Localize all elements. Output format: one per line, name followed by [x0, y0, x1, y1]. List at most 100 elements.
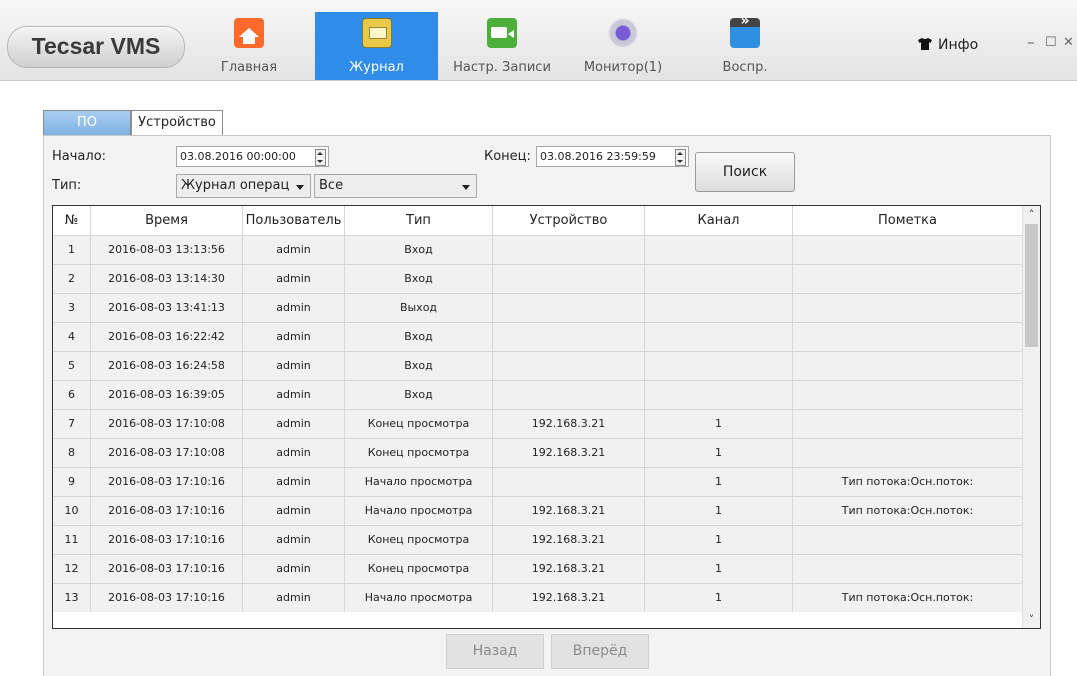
table-cell-time: 2016-08-03 13:14:30	[91, 265, 243, 293]
table-cell-time: 2016-08-03 17:10:16	[91, 526, 243, 554]
column-header-user[interactable]: Пользователь	[243, 206, 345, 235]
table-cell-type: Вход	[345, 352, 493, 380]
end-datetime-value: 03.08.2016 23:59:59	[540, 150, 656, 163]
table-cell-note	[793, 439, 1023, 467]
table-row[interactable]: 7 2016-08-03 17:10:08 admin Конец просмотра…	[53, 409, 1023, 438]
table-cell-number: 7	[53, 410, 91, 438]
table-cell-number: 12	[53, 555, 91, 583]
minimize-button[interactable]: –	[1027, 33, 1035, 51]
table-cell-time: 2016-08-03 16:39:05	[91, 381, 243, 409]
table-cell-device: 192.168.3.21	[493, 555, 645, 583]
scroll-down-icon[interactable]: ˅	[1023, 611, 1040, 628]
info-button[interactable]: Инфо	[918, 37, 978, 53]
nav-home[interactable]: Главная	[208, 12, 290, 80]
table-cell-user: admin	[243, 439, 345, 467]
table-cell-type: Вход	[345, 381, 493, 409]
maximize-button[interactable]: ☐	[1045, 35, 1057, 50]
table-cell-time: 2016-08-03 17:10:16	[91, 555, 243, 583]
table-row[interactable]: 9 2016-08-03 17:10:16 admin Начало просмотр…	[53, 467, 1023, 496]
info-label: Инфо	[938, 37, 979, 53]
log-type-select[interactable]: Журнал операц	[176, 174, 311, 198]
app-logo-text: Tecsar VMS	[31, 33, 161, 59]
search-button[interactable]: Поиск	[695, 152, 795, 192]
table-cell-channel	[645, 352, 793, 380]
table-row[interactable]: 4 2016-08-03 16:22:42 admin Вход	[53, 322, 1023, 351]
table-row[interactable]: 10 2016-08-03 17:10:16 admin Начало просмот…	[53, 496, 1023, 525]
nav-playback[interactable]: Воспр.	[700, 12, 790, 80]
column-header-device[interactable]: Устройство	[493, 206, 645, 235]
chevron-down-icon	[462, 185, 470, 190]
table-cell-number: 4	[53, 323, 91, 351]
nav-record-settings[interactable]: Настр. Записи	[446, 12, 558, 80]
table-row[interactable]: 2 2016-08-03 13:14:30 admin Вход	[53, 264, 1023, 293]
table-cell-channel	[645, 294, 793, 322]
nav-journal[interactable]: Журнал	[315, 12, 438, 80]
scroll-thumb[interactable]	[1025, 224, 1038, 347]
table-cell-time: 2016-08-03 16:22:42	[91, 323, 243, 351]
table-cell-number: 9	[53, 468, 91, 496]
nav-record-settings-label: Настр. Записи	[453, 60, 551, 75]
column-header-number[interactable]: №	[53, 206, 91, 235]
table-cell-channel	[645, 236, 793, 264]
start-spinner-icon[interactable]	[315, 149, 326, 166]
table-cell-time: 2016-08-03 17:10:16	[91, 468, 243, 496]
nav-monitor[interactable]: Монитор(1)	[572, 12, 674, 80]
end-datetime-input[interactable]: 03.08.2016 23:59:59	[536, 146, 689, 167]
log-subtype-select[interactable]: Все	[314, 174, 477, 198]
table-cell-channel: 1	[645, 526, 793, 554]
column-header-time[interactable]: Время	[91, 206, 243, 235]
close-button[interactable]: ✕	[1063, 35, 1074, 50]
table-cell-time: 2016-08-03 16:24:58	[91, 352, 243, 380]
end-spinner-icon[interactable]	[675, 149, 686, 166]
table-cell-number: 2	[53, 265, 91, 293]
start-datetime-input[interactable]: 03.08.2016 00:00:00	[176, 146, 329, 167]
table-cell-note: Тип потока:Осн.поток:	[793, 468, 1023, 496]
table-cell-note	[793, 410, 1023, 438]
log-type-value: Журнал операц	[181, 178, 290, 193]
table-row[interactable]: 1 2016-08-03 13:13:56 admin Вход	[53, 235, 1023, 264]
table-cell-type: Вход	[345, 323, 493, 351]
vertical-scrollbar[interactable]: ˄ ˅	[1022, 206, 1040, 628]
type-label: Тип:	[52, 178, 82, 193]
table-cell-note	[793, 265, 1023, 293]
table-row[interactable]: 13 2016-08-03 17:10:16 admin Начало просмот…	[53, 583, 1023, 612]
table-cell-user: admin	[243, 468, 345, 496]
table-cell-note	[793, 323, 1023, 351]
table-row[interactable]: 12 2016-08-03 17:10:16 admin Конец просмотр…	[53, 554, 1023, 583]
table-row[interactable]: 3 2016-08-03 13:41:13 admin Выход	[53, 293, 1023, 322]
table-cell-time: 2016-08-03 13:41:13	[91, 294, 243, 322]
tab-device[interactable]: Устройство	[131, 110, 223, 135]
table-row[interactable]: 6 2016-08-03 16:39:05 admin Вход	[53, 380, 1023, 409]
table-cell-note	[793, 236, 1023, 264]
table-cell-note: Тип потока:Осн.поток:	[793, 497, 1023, 525]
table-cell-type: Вход	[345, 265, 493, 293]
home-icon	[234, 18, 264, 48]
table-cell-device	[493, 468, 645, 496]
table-row[interactable]: 11 2016-08-03 17:10:16 admin Конец просмотр…	[53, 525, 1023, 554]
table-cell-type: Конец просмотра	[345, 410, 493, 438]
record-settings-icon	[487, 18, 517, 48]
table-cell-type: Начало просмотра	[345, 468, 493, 496]
table-row[interactable]: 8 2016-08-03 17:10:08 admin Конец просмотра…	[53, 438, 1023, 467]
scroll-up-icon[interactable]: ˄	[1023, 206, 1040, 223]
table-cell-device	[493, 236, 645, 264]
table-cell-user: admin	[243, 352, 345, 380]
next-page-button[interactable]: Вперёд	[551, 634, 649, 669]
table-cell-device	[493, 265, 645, 293]
table-row[interactable]: 5 2016-08-03 16:24:58 admin Вход	[53, 351, 1023, 380]
table-cell-type: Выход	[345, 294, 493, 322]
table-cell-note	[793, 381, 1023, 409]
end-label: Конец:	[484, 149, 531, 164]
table-cell-device	[493, 352, 645, 380]
table-cell-user: admin	[243, 555, 345, 583]
shirt-icon	[918, 38, 932, 50]
table-cell-note: Тип потока:Осн.поток:	[793, 584, 1023, 612]
nav-playback-label: Воспр.	[722, 60, 768, 75]
column-header-note[interactable]: Пометка	[793, 206, 1023, 235]
column-header-channel[interactable]: Канал	[645, 206, 793, 235]
prev-page-button[interactable]: Назад	[446, 634, 544, 669]
table-cell-channel: 1	[645, 497, 793, 525]
tab-software[interactable]: ПО	[43, 110, 131, 135]
table-cell-user: admin	[243, 323, 345, 351]
column-header-type[interactable]: Тип	[345, 206, 493, 235]
